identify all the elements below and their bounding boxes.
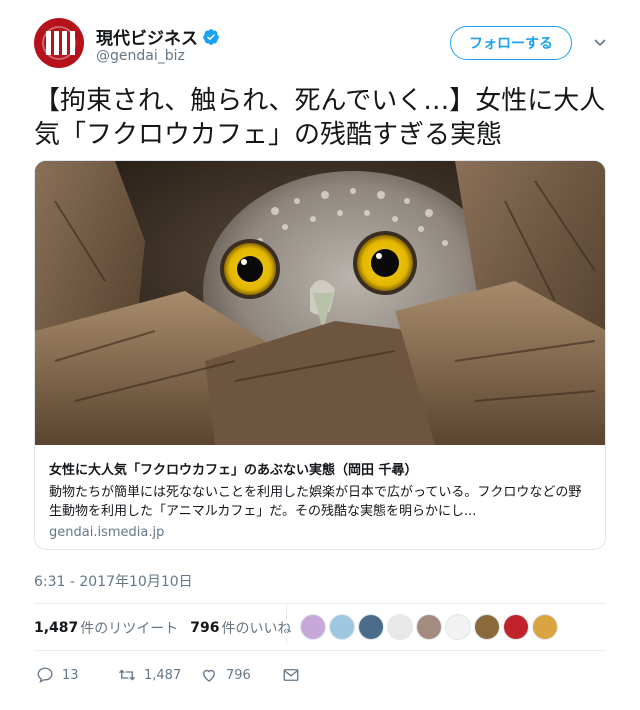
link-card[interactable]: 女性に大人気「フクロウカフェ」のあぶない実態（岡田 千尋） 動物たちが簡単には死… <box>34 160 606 550</box>
liker-avatar[interactable] <box>300 614 326 640</box>
avatar-logo-bar <box>70 31 75 55</box>
tweet-actions: 13 1,487 796 <box>34 662 434 688</box>
liker-avatars <box>300 614 561 640</box>
card-description: 動物たちが簡単には死なないことを利用した娯楽が日本で広がっている。フクロウなどの… <box>49 485 582 519</box>
liker-avatar[interactable] <box>503 614 529 640</box>
stats-divider <box>286 604 287 644</box>
retweet-count[interactable]: 1,487 <box>34 620 78 636</box>
heart-icon <box>203 669 215 682</box>
like-button[interactable]: 796 <box>200 662 251 688</box>
liker-avatar[interactable] <box>416 614 442 640</box>
verified-badge-icon <box>202 28 220 46</box>
tweet-timestamp[interactable]: 6:31 - 2017年10月10日 <box>34 571 193 591</box>
card-domain: gendai.ismedia.jp <box>49 525 165 540</box>
liker-avatar[interactable] <box>532 614 558 640</box>
liker-avatar[interactable] <box>329 614 355 640</box>
chevron-down-icon[interactable] <box>592 34 608 50</box>
avatar-logo-bar <box>46 31 51 55</box>
card-image-owl[interactable] <box>35 161 606 445</box>
like-label[interactable]: 件のいいね <box>222 618 292 638</box>
retweet-action-count: 1,487 <box>144 667 182 683</box>
liker-avatar[interactable] <box>358 614 384 640</box>
avatar-logo-bar <box>54 31 59 55</box>
like-count[interactable]: 796 <box>190 620 219 636</box>
reply-icon <box>37 667 53 684</box>
retweet-icon <box>119 669 135 681</box>
tweet-text: 【拘束され、触られ、死んでいく…】女性に大人気「フクロウカフェ」の残酷すぎる実態 <box>34 86 606 150</box>
liker-avatar[interactable] <box>387 614 413 640</box>
avatar[interactable] <box>34 18 84 68</box>
direct-message-button[interactable] <box>282 662 300 688</box>
display-name[interactable]: 現代ビジネス <box>96 24 198 49</box>
user-handle[interactable]: @gendai_biz <box>96 48 185 64</box>
name-line: 現代ビジネス <box>96 24 220 49</box>
retweet-button[interactable]: 1,487 <box>118 662 181 688</box>
card-title[interactable]: 女性に大人気「フクロウカフェ」のあぶない実態（岡田 千尋） <box>49 459 593 478</box>
divider <box>34 603 606 604</box>
follow-button[interactable]: フォローする <box>450 26 572 60</box>
liker-avatar[interactable] <box>474 614 500 640</box>
divider <box>34 650 606 651</box>
tweet-header: 現代ビジネス @gendai_biz フォローする <box>34 18 614 70</box>
avatar-logo-bar <box>62 31 67 55</box>
reply-button[interactable]: 13 <box>36 662 79 688</box>
like-action-count: 796 <box>226 667 251 683</box>
retweet-label[interactable]: 件のリツイート <box>80 618 178 638</box>
reply-count: 13 <box>62 667 79 683</box>
liker-avatar[interactable] <box>445 614 471 640</box>
direct-message-icon <box>283 669 299 681</box>
card-body[interactable]: 女性に大人気「フクロウカフェ」のあぶない実態（岡田 千尋） 動物たちが簡単には死… <box>35 445 605 549</box>
